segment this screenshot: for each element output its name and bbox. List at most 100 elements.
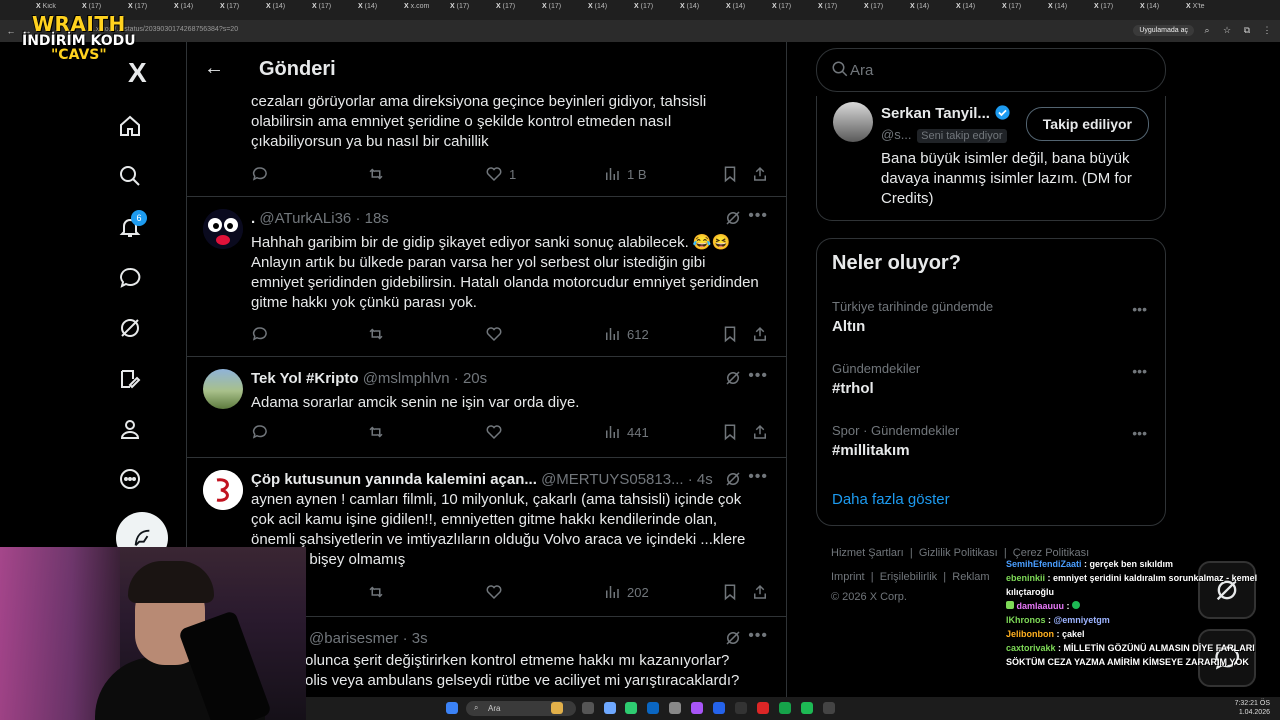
tweet-time[interactable]: 4s — [697, 471, 713, 488]
views-button[interactable]: 1 B — [603, 165, 647, 183]
author-name[interactable]: Tek Yol #Kripto — [251, 370, 359, 387]
share-button[interactable] — [751, 583, 769, 601]
start-icon[interactable] — [446, 702, 458, 714]
repost-button[interactable] — [367, 165, 385, 183]
bookmark-button[interactable] — [721, 165, 739, 183]
browser-tab[interactable]: X (14) — [956, 3, 996, 17]
avatar[interactable] — [833, 102, 873, 142]
footer-link[interactable]: Imprint — [831, 571, 865, 583]
browser-tab[interactable]: X (17) — [450, 3, 490, 17]
browser-tab[interactable]: X (17) — [772, 3, 812, 17]
more-options-icon[interactable]: ••• — [748, 627, 768, 645]
app-icon[interactable] — [713, 702, 725, 714]
show-more-link[interactable]: Daha fazla göster — [832, 491, 950, 508]
browser-tab[interactable]: X (14) — [358, 3, 398, 17]
more-options-icon[interactable]: ••• — [748, 207, 768, 225]
grok-icon[interactable] — [724, 629, 742, 647]
more-circle-icon[interactable] — [117, 466, 143, 492]
browser-tab[interactable]: X (17) — [864, 3, 904, 17]
share-button[interactable] — [751, 165, 769, 183]
browser-tab[interactable]: X (14) — [726, 3, 766, 17]
repost-button[interactable] — [367, 325, 385, 343]
reply-button[interactable] — [251, 165, 269, 183]
menu-dots-icon[interactable]: ⋮ — [1260, 23, 1274, 37]
author-handle[interactable]: @barisesmer — [309, 630, 398, 647]
profile-icon[interactable] — [117, 416, 143, 442]
footer-link[interactable]: Hizmet Şartları — [831, 547, 904, 559]
browser-tab[interactable]: X (14) — [588, 3, 628, 17]
trend-more-icon[interactable]: ••• — [1132, 425, 1147, 441]
like-button[interactable] — [485, 325, 503, 343]
following-button[interactable]: Takip ediliyor — [1025, 107, 1149, 141]
browser-tab[interactable]: X (17) — [312, 3, 352, 17]
premium-icon[interactable] — [117, 366, 143, 392]
browser-tab[interactable]: X (14) — [174, 3, 214, 17]
browser-tab[interactable]: X (17) — [634, 3, 674, 17]
chat-icon[interactable] — [117, 265, 143, 291]
like-button[interactable]: 1 — [485, 165, 516, 183]
spotify-icon[interactable] — [801, 702, 813, 714]
browser-tab[interactable]: X (14) — [680, 3, 720, 17]
views-button[interactable]: 202 — [603, 583, 649, 601]
browser-tab[interactable]: X (14) — [1048, 3, 1088, 17]
extensions-icon[interactable]: ⧉ — [1240, 23, 1254, 37]
app-icon[interactable] — [647, 702, 659, 714]
grok-icon[interactable] — [724, 470, 742, 488]
search-input[interactable]: Ara — [816, 48, 1166, 92]
zoom-icon[interactable]: ⌕ — [1200, 23, 1214, 37]
trend-item[interactable]: Türkiye tarihinde gündemde Altın — [832, 299, 993, 335]
author-name[interactable]: Çöp kutusunun yanında kalemini açan... — [251, 471, 537, 488]
more-options-icon[interactable]: ••• — [748, 367, 768, 385]
repost-button[interactable] — [367, 583, 385, 601]
views-button[interactable]: 612 — [603, 325, 649, 343]
profile-name[interactable]: Serkan Tanyil... — [881, 105, 990, 122]
trend-item[interactable]: Spor · Gündemdekiler #millitakım — [832, 423, 959, 459]
browser-tab[interactable]: X (17) — [496, 3, 536, 17]
browser-tab[interactable]: X (17) — [1002, 3, 1042, 17]
footer-link[interactable]: Erişilebilirlik — [880, 571, 937, 583]
app-icon[interactable] — [757, 702, 769, 714]
share-button[interactable] — [751, 325, 769, 343]
bookmark-button[interactable] — [721, 423, 739, 441]
app-icon[interactable] — [582, 702, 594, 714]
app-icon[interactable] — [669, 702, 681, 714]
tweet-time[interactable]: 3s — [412, 630, 428, 647]
browser-tab[interactable]: X (17) — [542, 3, 582, 17]
repost-button[interactable] — [367, 423, 385, 441]
author-handle[interactable]: @mslmphlvn — [363, 370, 450, 387]
back-arrow-icon[interactable]: ← — [204, 57, 224, 80]
tweet-time[interactable]: 18s — [365, 210, 389, 227]
browser-tab[interactable]: X (14) — [266, 3, 306, 17]
views-button[interactable]: 441 — [603, 423, 649, 441]
open-in-app-button[interactable]: Uygulamada aç — [1133, 24, 1194, 36]
avatar[interactable] — [203, 470, 243, 510]
browser-tab[interactable]: X (17) — [818, 3, 858, 17]
trend-more-icon[interactable]: ••• — [1132, 363, 1147, 379]
address-bar[interactable]: ← → ...x.com/.../status/2039030174268756… — [0, 20, 1280, 42]
author-name[interactable]: . — [251, 210, 255, 227]
app-icon[interactable] — [823, 702, 835, 714]
tweet-time[interactable]: 20s — [463, 370, 487, 387]
profile-handle[interactable]: @s... — [881, 127, 912, 142]
bookmark-button[interactable] — [721, 325, 739, 343]
trend-more-icon[interactable]: ••• — [1132, 301, 1147, 317]
browser-tab[interactable]: X (17) — [220, 3, 260, 17]
footer-link[interactable]: Gizlilik Politikası — [919, 547, 998, 559]
browser-tab[interactable]: X X'te — [1186, 3, 1226, 17]
search-icon[interactable] — [117, 163, 143, 189]
bookmark-button[interactable] — [721, 583, 739, 601]
browser-tab[interactable]: X (14) — [910, 3, 950, 17]
back-nav-icon[interactable]: ← — [4, 24, 18, 38]
grok-icon[interactable] — [724, 369, 742, 387]
trend-item[interactable]: Gündemdekiler #trhol — [832, 361, 920, 397]
reply-button[interactable] — [251, 325, 269, 343]
author-handle[interactable]: @MERTUYS05813... — [541, 471, 684, 488]
browser-tab[interactable]: Xx.com — [404, 3, 444, 17]
bookmark-star-icon[interactable]: ☆ — [1220, 23, 1234, 37]
reply-button[interactable] — [251, 423, 269, 441]
like-button[interactable] — [485, 583, 503, 601]
avatar[interactable] — [203, 209, 243, 249]
app-icon[interactable] — [779, 702, 791, 714]
system-clock[interactable]: 7:32:21 ÖS 1.04.2026 — [1235, 699, 1270, 717]
app-icon[interactable] — [691, 702, 703, 714]
